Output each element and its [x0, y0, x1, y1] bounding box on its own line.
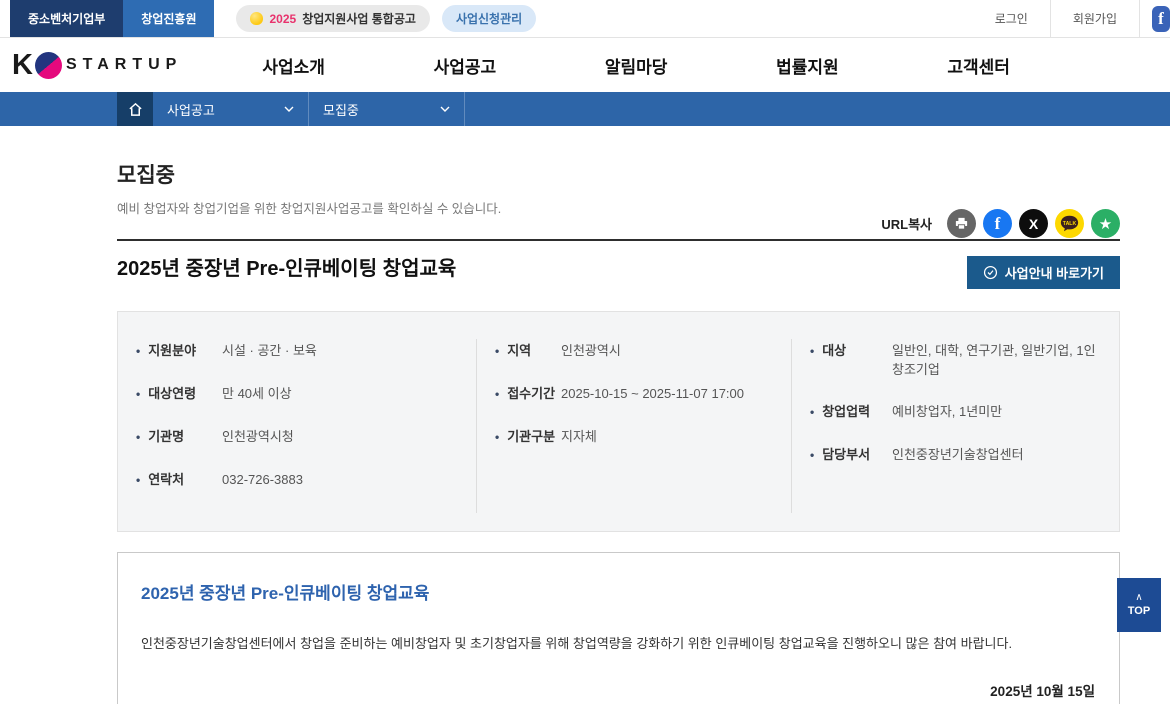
article-title: 2025년 중장년 Pre-인큐베이팅 창업교육 [117, 256, 456, 283]
main-content: 모집중 예비 창업자와 창업기업을 위한 창업지원사업공고를 확인하실 수 있습… [117, 159, 1120, 704]
facebook-icon[interactable]: f [1152, 6, 1170, 32]
info-value: 인천광역시청 [222, 427, 462, 447]
info-label: 대상 [810, 341, 892, 379]
announcement-date: 2025년 10월 15일 [141, 681, 1095, 703]
top-button-label: TOP [1128, 605, 1150, 617]
nav-customer-center[interactable]: 고객센터 [947, 53, 1010, 78]
info-label: 창업업력 [810, 402, 892, 422]
notice-text: 창업지원사업 통합공고 [302, 10, 416, 27]
guide-button-label: 사업안내 바로가기 [1005, 263, 1104, 282]
page-title: 모집중 [117, 159, 1120, 189]
info-column-3: 대상 일반인, 대학, 연구기관, 일반기업, 1인 창조기업 창업업력 예비창… [791, 339, 1121, 513]
info-row-department: 담당부서 인천중장년기술창업센터 [810, 445, 1107, 465]
info-value: 인천광역시 [561, 341, 777, 361]
announcement-title: 2025년 중장년 Pre-인큐베이팅 창업교육 [141, 579, 1095, 604]
info-label: 대상연령 [136, 384, 222, 404]
share-row: URL복사 f X TALK ★ [881, 209, 1120, 238]
utility-bar: 중소벤처기업부 창업진흥원 2025 창업지원사업 통합공고 사업신청관리 로그… [0, 0, 1170, 38]
program-info-box: 지원분야 시설 · 공간 · 보육 대상연령 만 40세 이상 기관명 인천광역… [117, 311, 1120, 532]
info-label: 지역 [495, 341, 561, 361]
scroll-to-top-button[interactable]: ∧ TOP [1117, 578, 1161, 632]
printer-glyph [954, 216, 969, 231]
info-label: 담당부서 [810, 445, 892, 465]
home-icon [128, 102, 143, 117]
facebook-share-icon[interactable]: f [983, 209, 1012, 238]
info-row-target-age: 대상연령 만 40세 이상 [136, 384, 462, 404]
lightbulb-icon [250, 12, 263, 25]
info-row-organization: 기관명 인천광역시청 [136, 427, 462, 447]
info-row-application-period: 접수기간 2025-10-15 ~ 2025-11-07 17:00 [495, 384, 777, 404]
info-label: 연락처 [136, 470, 222, 490]
info-row-support-field: 지원분야 시설 · 공간 · 보육 [136, 341, 462, 361]
section-divider [117, 239, 1120, 241]
nav-business-intro[interactable]: 사업소개 [262, 53, 325, 78]
announcement-body-box: 2025년 중장년 Pre-인큐베이팅 창업교육 인천중장년기술창업센터에서 창… [117, 552, 1120, 704]
breadcrumb-business-notice[interactable]: 사업공고 [153, 92, 309, 126]
info-value: 만 40세 이상 [222, 384, 462, 404]
home-button[interactable] [117, 92, 153, 126]
print-icon[interactable] [947, 209, 976, 238]
notice-2025-pill[interactable]: 2025 창업지원사업 통합공고 [236, 5, 429, 32]
site-header: K STARTUP 사업소개 사업공고 알림마당 법률지원 고객센터 [0, 38, 1170, 92]
chevron-down-icon [440, 106, 450, 112]
info-row-region: 지역 인천광역시 [495, 341, 777, 361]
nav-notice-board[interactable]: 알림마당 [605, 53, 668, 78]
nav-business-notice[interactable]: 사업공고 [434, 53, 497, 78]
info-row-startup-experience: 창업업력 예비창업자, 1년미만 [810, 402, 1107, 422]
info-label: 기관구분 [495, 427, 561, 447]
info-label: 접수기간 [495, 384, 561, 404]
caret-up-icon: ∧ [1135, 594, 1142, 602]
url-copy-button[interactable]: URL복사 [881, 214, 932, 233]
tab-startup-agency[interactable]: 창업진흥원 [123, 0, 214, 38]
kstartup-logo[interactable]: K STARTUP [12, 49, 182, 82]
taegeuk-icon [35, 52, 62, 79]
info-value: 지자체 [561, 427, 777, 447]
nav-legal-support[interactable]: 법률지원 [776, 53, 839, 78]
star-share-icon[interactable]: ★ [1091, 209, 1120, 238]
tab-ministry-smes[interactable]: 중소벤처기업부 [10, 0, 123, 38]
info-value: 예비창업자, 1년미만 [892, 402, 1107, 422]
login-link[interactable]: 로그인 [973, 0, 1050, 37]
info-label: 기관명 [136, 427, 222, 447]
check-circle-icon [983, 265, 998, 280]
info-value: 2025-10-15 ~ 2025-11-07 17:00 [561, 384, 777, 404]
kakao-bubble-glyph: TALK [1059, 214, 1080, 233]
info-column-1: 지원분야 시설 · 공간 · 보육 대상연령 만 40세 이상 기관명 인천광역… [118, 339, 476, 513]
chevron-down-icon [284, 106, 294, 112]
breadcrumb-bar: 사업공고 모집중 [0, 92, 1170, 126]
svg-text:TALK: TALK [1063, 221, 1077, 227]
apply-manage-pill[interactable]: 사업신청관리 [442, 5, 536, 32]
info-value: 인천중장년기술창업센터 [892, 445, 1107, 465]
announcement-body-text: 인천중장년기술창업센터에서 창업을 준비하는 예비창업자 및 초기창업자를 위해… [141, 634, 1095, 655]
info-row-contact: 연락처 032-726-3883 [136, 470, 462, 490]
logo-k-letter: K [12, 49, 34, 82]
logo-startup-text: STARTUP [66, 56, 182, 74]
info-value: 032-726-3883 [222, 470, 462, 490]
info-value: 시설 · 공간 · 보육 [222, 341, 462, 361]
breadcrumb-recruiting[interactable]: 모집중 [309, 92, 465, 126]
info-value: 일반인, 대학, 연구기관, 일반기업, 1인 창조기업 [892, 341, 1107, 379]
kakao-share-icon[interactable]: TALK [1055, 209, 1084, 238]
info-column-2: 지역 인천광역시 접수기간 2025-10-15 ~ 2025-11-07 17… [476, 339, 791, 513]
signup-link[interactable]: 회원가입 [1051, 0, 1139, 37]
info-label: 지원분야 [136, 341, 222, 361]
x-share-icon[interactable]: X [1019, 209, 1048, 238]
breadcrumb-label: 사업공고 [167, 100, 215, 119]
notice-year: 2025 [269, 12, 296, 26]
info-row-target: 대상 일반인, 대학, 연구기관, 일반기업, 1인 창조기업 [810, 341, 1107, 379]
global-nav: 사업소개 사업공고 알림마당 법률지원 고객센터 [262, 53, 1010, 78]
info-row-org-type: 기관구분 지자체 [495, 427, 777, 447]
breadcrumb-label: 모집중 [323, 100, 359, 119]
program-guide-button[interactable]: 사업안내 바로가기 [967, 256, 1120, 289]
